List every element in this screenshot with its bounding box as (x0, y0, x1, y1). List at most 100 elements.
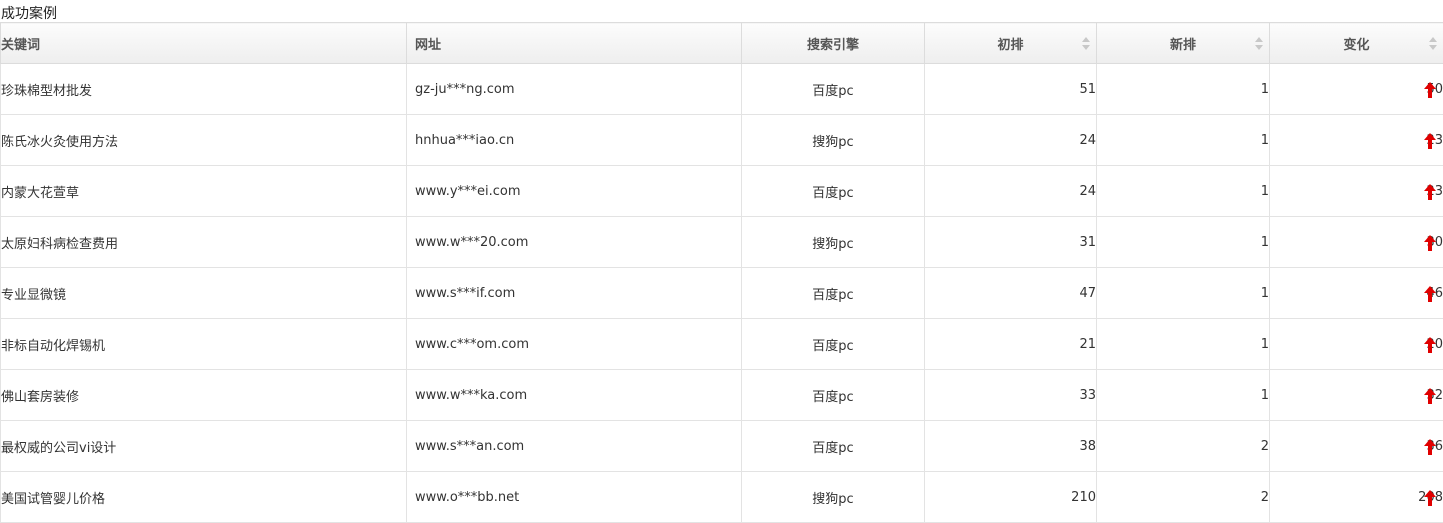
success-cases-table: 关键词 网址 搜索引擎 初排 新排 变化 珍珠棉型材批发 gz-ju***ng.c… (0, 22, 1443, 523)
column-header-new-rank-label: 新排 (1170, 34, 1196, 53)
cell-new-rank-text: 1 (1261, 388, 1269, 403)
cell-new-rank: 2 (1097, 421, 1270, 472)
arrow-up-icon (1424, 337, 1436, 353)
cell-url-text: hnhua***iao.cn (415, 133, 514, 148)
cell-url: hnhua***iao.cn (407, 115, 742, 166)
column-header-keyword-label: 关键词 (1, 34, 40, 53)
cell-keyword-text: 美国试管婴儿价格 (1, 492, 105, 507)
cell-initial-rank: 51 (925, 64, 1097, 115)
cell-keyword: 陈氏冰火灸使用方法 (1, 115, 407, 166)
cell-change: 20 (1270, 319, 1443, 370)
cell-engine-text: 百度pc (812, 288, 853, 303)
cell-url: www.c***om.com (407, 319, 742, 370)
cell-initial-rank: 24 (925, 166, 1097, 217)
cell-keyword: 非标自动化焊锡机 (1, 319, 407, 370)
cell-keyword: 内蒙大花萱草 (1, 166, 407, 217)
cell-keyword: 佛山套房装修 (1, 370, 407, 421)
cell-change: 30 (1270, 217, 1443, 268)
cell-new-rank: 1 (1097, 268, 1270, 319)
cell-engine-text: 百度pc (812, 84, 853, 99)
cell-new-rank: 1 (1097, 166, 1270, 217)
cell-initial-rank-text: 38 (1079, 439, 1096, 454)
arrow-up-icon (1424, 490, 1436, 506)
arrow-up-icon (1424, 133, 1436, 149)
page-title: 成功案例 (1, 5, 57, 23)
cell-url: www.o***bb.net (407, 472, 742, 523)
cell-initial-rank: 24 (925, 115, 1097, 166)
cell-initial-rank: 33 (925, 370, 1097, 421)
table-row: 专业显微镜www.s***if.com百度pc47146 (1, 268, 1443, 319)
cell-new-rank: 1 (1097, 217, 1270, 268)
cell-new-rank: 1 (1097, 115, 1270, 166)
column-header-change-label: 变化 (1343, 34, 1369, 53)
cell-new-rank: 1 (1097, 370, 1270, 421)
cell-initial-rank: 21 (925, 319, 1097, 370)
cell-new-rank-text: 1 (1261, 235, 1269, 250)
column-header-new-rank[interactable]: 新排 (1097, 23, 1270, 64)
column-header-initial-rank[interactable]: 初排 (925, 23, 1097, 64)
cell-url-text: www.y***ei.com (415, 184, 521, 199)
table-row: 最权威的公司vi设计www.s***an.com百度pc38236 (1, 421, 1443, 472)
cell-engine-text: 百度pc (812, 339, 853, 354)
arrow-up-icon (1424, 388, 1436, 404)
cell-engine-text: 搜狗pc (812, 135, 853, 150)
cell-engine: 百度pc (742, 319, 925, 370)
cell-initial-rank-text: 210 (1071, 490, 1096, 505)
table-row: 太原妇科病检查费用 www.w***20.com 搜狗pc 31 130 (1, 217, 1443, 268)
cell-change: 46 (1270, 268, 1443, 319)
cell-new-rank-text: 2 (1261, 439, 1269, 454)
cell-engine: 搜狗pc (742, 217, 925, 268)
sort-icon[interactable] (1429, 37, 1438, 51)
cell-keyword: 太原妇科病检查费用 (1, 217, 407, 268)
cell-new-rank-text: 1 (1261, 184, 1269, 199)
cell-url: www.w***20.com (407, 217, 742, 268)
cell-engine: 百度pc (742, 64, 925, 115)
cell-new-rank-text: 1 (1261, 286, 1269, 301)
cell-url-text: www.c***om.com (415, 337, 529, 352)
cell-new-rank-text: 1 (1261, 133, 1269, 148)
cell-initial-rank-text: 33 (1079, 388, 1096, 403)
cell-initial-rank: 38 (925, 421, 1097, 472)
cell-keyword-text: 专业显微镜 (1, 288, 66, 303)
cell-engine: 百度pc (742, 421, 925, 472)
table-row: 珍珠棉型材批发 gz-ju***ng.com 百度pc 51 150 (1, 64, 1443, 115)
cell-engine: 搜狗pc (742, 472, 925, 523)
sort-icon[interactable] (1082, 37, 1091, 51)
table-row: 非标自动化焊锡机www.c***om.com百度pc21120 (1, 319, 1443, 370)
cell-keyword-text: 非标自动化焊锡机 (1, 339, 105, 354)
cell-change: 23 (1270, 166, 1443, 217)
cell-url-text: gz-ju***ng.com (415, 82, 515, 97)
cell-new-rank: 1 (1097, 64, 1270, 115)
table-body: 珍珠棉型材批发gz-ju***ng.com百度pc51150陈氏冰火灸使用方法h… (1, 64, 1443, 523)
cell-engine-text: 搜狗pc (812, 237, 853, 252)
cell-url: www.w***ka.com (407, 370, 742, 421)
table-row: 内蒙大花萱草 www.y***ei.com 百度pc 24 123 (1, 166, 1443, 217)
cell-url: www.s***if.com (407, 268, 742, 319)
table-header-row: 关键词 网址 搜索引擎 初排 新排 变化 (1, 23, 1443, 64)
cell-change: 23 (1270, 115, 1443, 166)
cell-url-text: www.o***bb.net (415, 490, 519, 505)
cell-engine: 搜狗pc (742, 115, 925, 166)
cell-keyword-text: 太原妇科病检查费用 (1, 237, 118, 252)
cell-keyword-text: 内蒙大花萱草 (1, 186, 79, 201)
cell-url-text: www.s***an.com (415, 439, 524, 454)
cell-new-rank-text: 1 (1261, 82, 1269, 97)
cell-url: gz-ju***ng.com (407, 64, 742, 115)
cell-change: 208 (1270, 472, 1443, 523)
cell-change: 50 (1270, 64, 1443, 115)
cell-new-rank-text: 2 (1261, 490, 1269, 505)
sort-icon[interactable] (1255, 37, 1264, 51)
cell-engine-text: 百度pc (812, 186, 853, 201)
cell-keyword: 美国试管婴儿价格 (1, 472, 407, 523)
column-header-url-label: 网址 (415, 34, 441, 53)
column-header-engine-label: 搜索引擎 (807, 34, 859, 53)
column-header-initial-rank-label: 初排 (997, 34, 1023, 53)
column-header-engine: 搜索引擎 (742, 23, 925, 64)
column-header-change[interactable]: 变化 (1270, 23, 1443, 64)
cell-keyword-text: 珍珠棉型材批发 (1, 84, 92, 99)
cell-initial-rank: 31 (925, 217, 1097, 268)
cell-engine-text: 百度pc (812, 390, 853, 405)
cell-engine: 百度pc (742, 166, 925, 217)
cell-url-text: www.s***if.com (415, 286, 515, 301)
column-header-url: 网址 (407, 23, 742, 64)
